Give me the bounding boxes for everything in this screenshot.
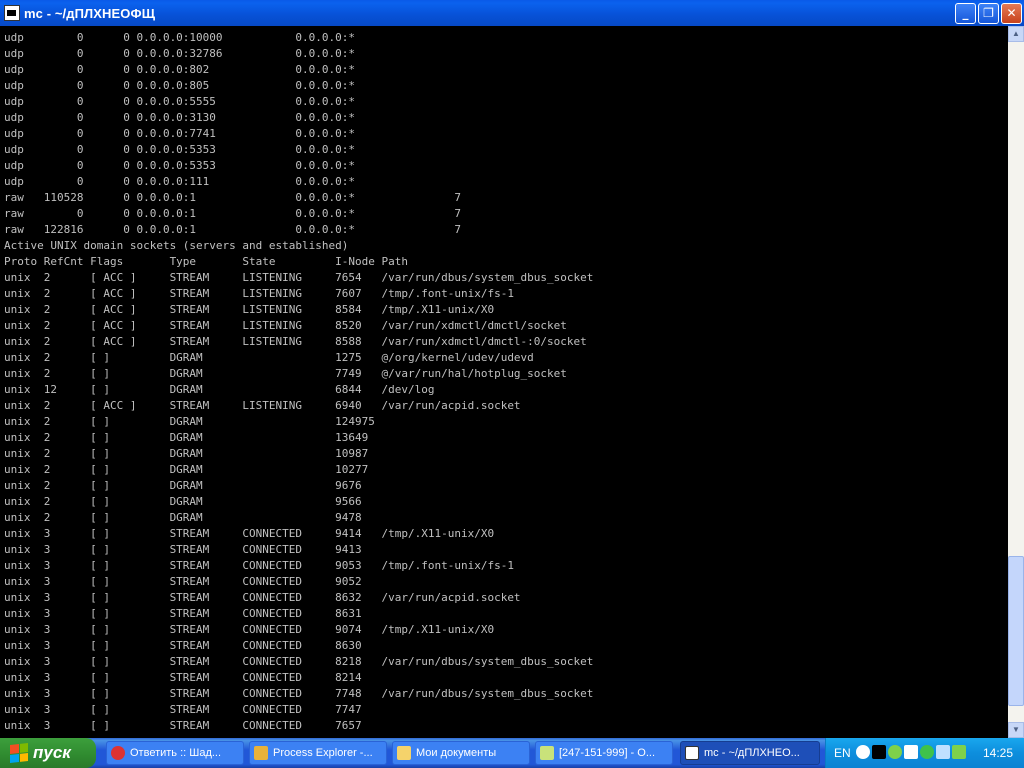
terminal-line: udp 0 0 0.0.0.0:10000 0.0.0.0:*	[4, 31, 355, 44]
start-button[interactable]: пуск	[0, 738, 96, 768]
terminal-line: unix 3 [ ] STREAM CONNECTED 8630	[4, 639, 362, 652]
scroll-up-button[interactable]: ▲	[1008, 26, 1024, 42]
restore-icon: ❐	[983, 6, 994, 20]
terminal-area[interactable]: udp 0 0 0.0.0.0:10000 0.0.0.0:* udp 0 0 …	[0, 26, 1008, 738]
close-icon: ✕	[1006, 6, 1017, 20]
system-tray: EN 14:25	[825, 738, 1024, 768]
arrow-up-icon: ▲	[1012, 29, 1020, 38]
clock: 14:25	[982, 746, 1013, 760]
language-indicator[interactable]: EN	[834, 746, 851, 760]
terminal-line: unix 3 [ ] STREAM CONNECTED 7748 /var/ru…	[4, 687, 594, 700]
terminal-tray-icon[interactable]	[872, 745, 886, 759]
terminal-line: unix 3 [ ] STREAM CONNECTED 9074 /tmp/.X…	[4, 623, 495, 636]
taskbar-item-label: [247-151-999] - О...	[559, 747, 655, 759]
chat-icon	[540, 746, 554, 760]
terminal-line: unix 2 [ ACC ] STREAM LISTENING 7607 /tm…	[4, 287, 514, 300]
windows-logo-icon	[10, 743, 28, 763]
terminal-line: unix 12 [ ] DGRAM 6844 /dev/log	[4, 383, 435, 396]
terminal-line: udp 0 0 0.0.0.0:111 0.0.0.0:*	[4, 175, 355, 188]
terminal-line: raw 122816 0 0.0.0.0:1 0.0.0.0:* 7	[4, 223, 461, 236]
mail-icon[interactable]	[904, 745, 918, 759]
terminal-line: Active UNIX domain sockets (servers and …	[4, 239, 349, 252]
terminal-line: unix 2 [ ] DGRAM 124975	[4, 415, 375, 428]
title-bar[interactable]: mc - ~/дПЛХНЕОФЩ _ ❐ ✕	[0, 0, 1024, 26]
terminal-line: unix 3 [ ] STREAM CONNECTED 8218 /var/ru…	[4, 655, 594, 668]
taskbar: пуск Ответить :: Шад... Process Explorer…	[0, 738, 1024, 768]
tray-icons	[856, 745, 966, 759]
scroll-thumb[interactable]	[1008, 556, 1024, 706]
flower-icon[interactable]	[888, 745, 902, 759]
terminal-line: udp 0 0 0.0.0.0:3130 0.0.0.0:*	[4, 111, 355, 124]
terminal-line: unix 2 [ ] DGRAM 10277	[4, 463, 369, 476]
terminal-line: unix 2 [ ACC ] STREAM LISTENING 8588 /va…	[4, 335, 587, 348]
terminal-line: unix 3 [ ] STREAM CONNECTED 7657	[4, 719, 362, 732]
terminal-line: udp 0 0 0.0.0.0:32786 0.0.0.0:*	[4, 47, 355, 60]
taskbar-item-label: Мои документы	[416, 747, 497, 759]
terminal-line: unix 2 [ ACC ] STREAM LISTENING 8584 /tm…	[4, 303, 495, 316]
terminal-line: unix 2 [ ] DGRAM 9566	[4, 495, 362, 508]
terminal-line: raw 0 0 0.0.0.0:1 0.0.0.0:* 7	[4, 207, 461, 220]
at-sign-icon[interactable]	[920, 745, 934, 759]
terminal-line: unix 2 [ ] DGRAM 13649	[4, 431, 369, 444]
chevron-left-icon[interactable]	[856, 745, 870, 759]
terminal-line: unix 2 [ ] DGRAM 9478	[4, 511, 362, 524]
folder-icon	[397, 746, 411, 760]
terminal-line: raw 110528 0 0.0.0.0:1 0.0.0.0:* 7	[4, 191, 461, 204]
terminal-line: unix 3 [ ] STREAM CONNECTED 7747	[4, 703, 362, 716]
terminal-line: unix 3 [ ] STREAM CONNECTED 9053 /tmp/.f…	[4, 559, 514, 572]
terminal-line: udp 0 0 0.0.0.0:805 0.0.0.0:*	[4, 79, 355, 92]
terminal-line: unix 2 [ ] DGRAM 10987	[4, 447, 369, 460]
terminal-line: unix 3 [ ] STREAM CONNECTED 8632 /var/ru…	[4, 591, 521, 604]
taskbar-item-process-explorer[interactable]: Process Explorer -...	[249, 741, 387, 765]
terminal-line: unix 2 [ ] DGRAM 7749 @/var/run/hal/hotp…	[4, 367, 567, 380]
taskbar-item-label: Process Explorer -...	[273, 747, 373, 759]
vertical-scrollbar[interactable]: ▲ ▼	[1008, 26, 1024, 738]
terminal-line: udp 0 0 0.0.0.0:5555 0.0.0.0:*	[4, 95, 355, 108]
minimize-icon: _	[962, 6, 969, 20]
start-label: пуск	[33, 743, 71, 762]
close-button[interactable]: ✕	[1001, 3, 1022, 24]
terminal-line: unix 2 [ ] DGRAM 9676	[4, 479, 362, 492]
taskbar-item-chat[interactable]: [247-151-999] - О...	[535, 741, 673, 765]
taskbar-item-label: Ответить :: Шад...	[130, 747, 222, 759]
minimize-button[interactable]: _	[955, 3, 976, 24]
window-title: mc - ~/дПЛХНЕОФЩ	[24, 5, 156, 21]
terminal-line: udp 0 0 0.0.0.0:5353 0.0.0.0:*	[4, 143, 355, 156]
terminal-line: unix 3 [ ] STREAM CONNECTED 8214	[4, 671, 362, 684]
terminal-line: unix 3 [ ] STREAM CONNECTED 9414 /tmp/.X…	[4, 527, 495, 540]
terminal-line: udp 0 0 0.0.0.0:5353 0.0.0.0:*	[4, 159, 355, 172]
terminal-icon[interactable]	[4, 5, 20, 21]
terminal-output: udp 0 0 0.0.0.0:10000 0.0.0.0:* udp 0 0 …	[0, 26, 1008, 734]
opera-icon	[111, 746, 125, 760]
terminal-line: unix 2 [ ACC ] STREAM LISTENING 8520 /va…	[4, 319, 567, 332]
maximize-button[interactable]: ❐	[978, 3, 999, 24]
terminal-line: Proto RefCnt Flags Type State I-Node Pat…	[4, 255, 408, 268]
terminal-icon	[685, 746, 699, 760]
scroll-down-button[interactable]: ▼	[1008, 722, 1024, 738]
messenger-icon[interactable]	[952, 745, 966, 759]
taskbar-item-label: mc - ~/дПЛХНЕО...	[704, 747, 800, 759]
terminal-line: unix 2 [ ACC ] STREAM LISTENING 7654 /va…	[4, 271, 594, 284]
terminal-line: unix 3 [ ] STREAM CONNECTED 9413	[4, 543, 362, 556]
terminal-line: unix 2 [ ACC ] STREAM LISTENING 6940 /va…	[4, 399, 521, 412]
terminal-line: unix 2 [ ] DGRAM 1275 @/org/kernel/udev/…	[4, 351, 534, 364]
network-icon[interactable]	[936, 745, 950, 759]
taskbar-item-my-documents[interactable]: Мои документы	[392, 741, 530, 765]
taskbar-item-mc[interactable]: mc - ~/дПЛХНЕО...	[680, 741, 820, 765]
process-explorer-icon	[254, 746, 268, 760]
terminal-line: unix 3 [ ] STREAM CONNECTED 8631	[4, 607, 362, 620]
arrow-down-icon: ▼	[1012, 725, 1020, 734]
terminal-line: udp 0 0 0.0.0.0:7741 0.0.0.0:*	[4, 127, 355, 140]
window-controls: _ ❐ ✕	[955, 3, 1022, 24]
taskbar-item-opera[interactable]: Ответить :: Шад...	[106, 741, 244, 765]
terminal-line: udp 0 0 0.0.0.0:802 0.0.0.0:*	[4, 63, 355, 76]
terminal-line: unix 3 [ ] STREAM CONNECTED 9052	[4, 575, 362, 588]
